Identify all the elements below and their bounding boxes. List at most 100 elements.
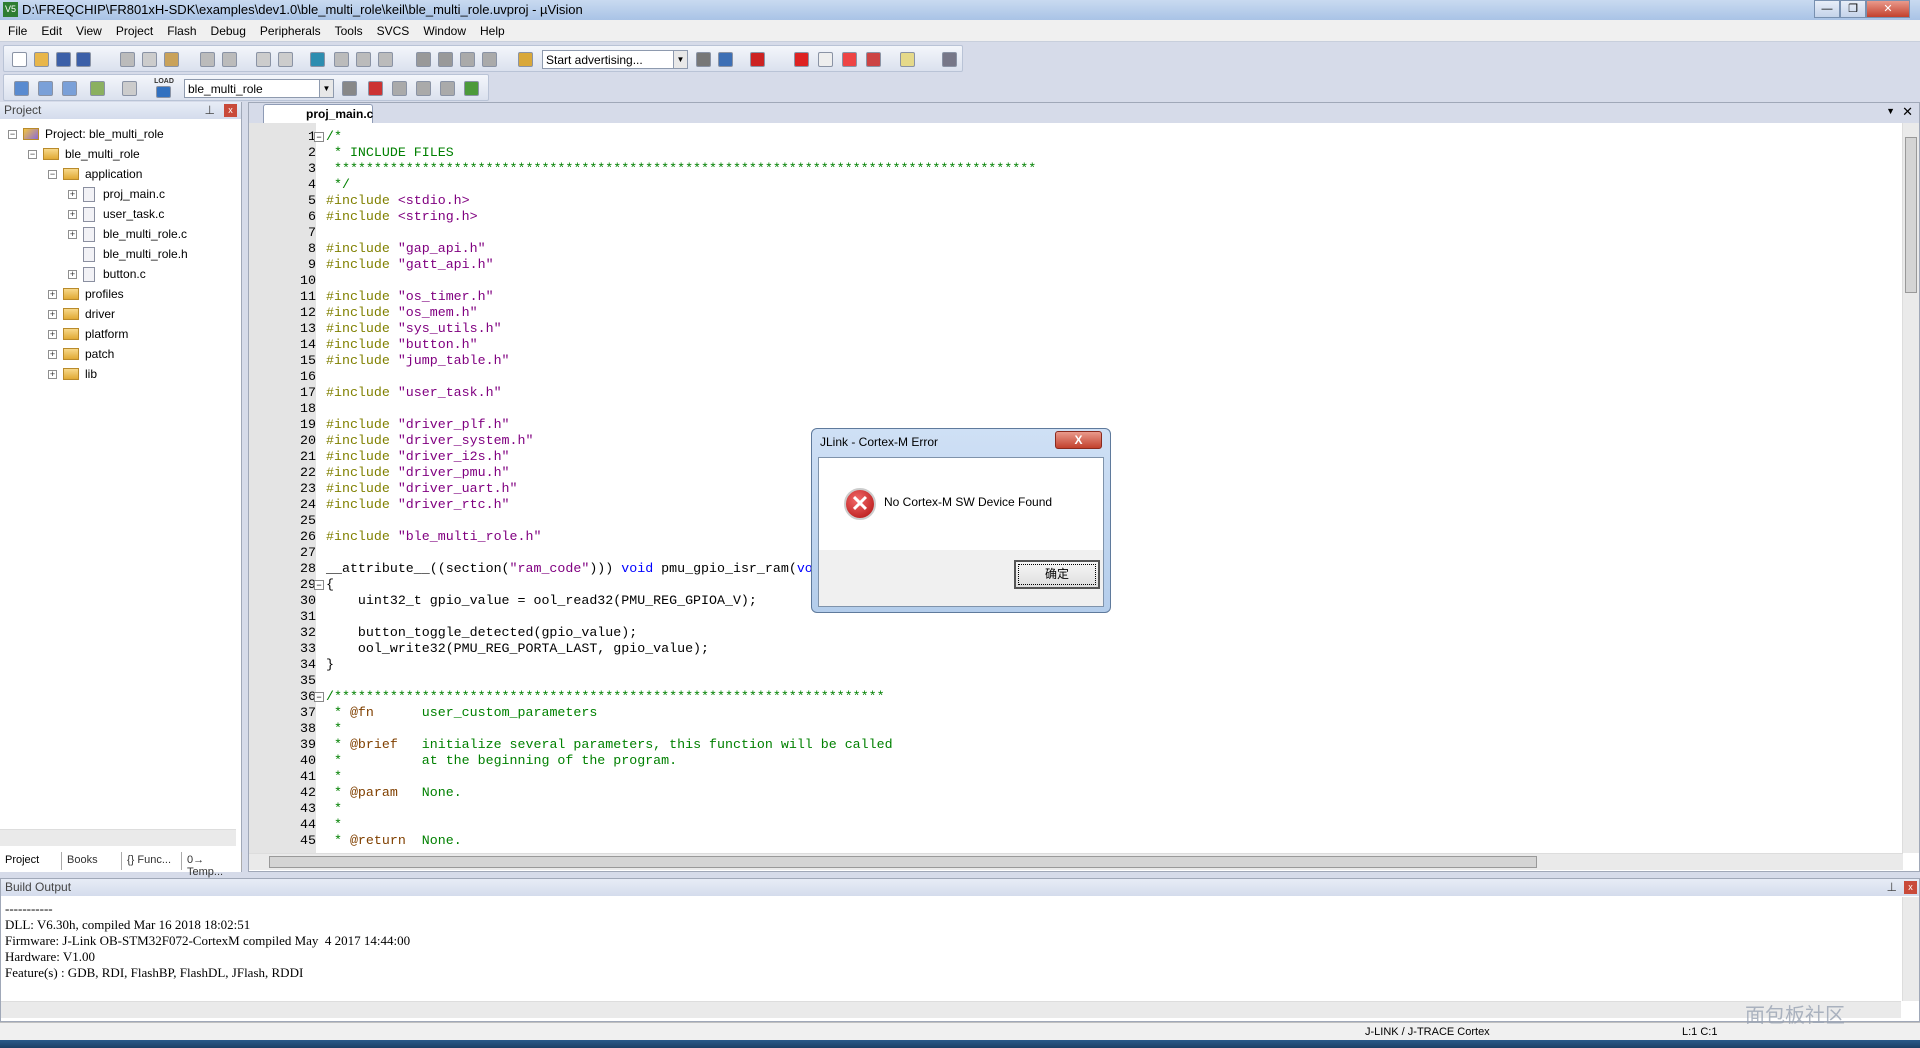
- tree-item-ble-multi-role-c[interactable]: + ble_multi_role.c: [68, 224, 187, 244]
- menu-tools[interactable]: Tools: [327, 20, 369, 38]
- editor-v-scrollbar[interactable]: [1902, 123, 1919, 853]
- target-combo[interactable]: ble_multi_role ▼: [184, 79, 334, 98]
- copy-icon[interactable]: [142, 52, 157, 67]
- editor-h-scrollbar[interactable]: [249, 853, 1903, 870]
- expand-icon[interactable]: +: [68, 269, 77, 279]
- select-packs-icon[interactable]: [392, 81, 407, 96]
- maximize-button[interactable]: ❐: [1840, 0, 1866, 18]
- save-all-icon[interactable]: [76, 52, 91, 67]
- tree-item-project-ble-multi-role[interactable]: − Project: ble_multi_role: [8, 124, 164, 144]
- pin-icon[interactable]: ⊥: [205, 103, 215, 117]
- minimize-button[interactable]: —: [1814, 0, 1840, 18]
- expand-icon[interactable]: +: [48, 349, 57, 359]
- tree-item-application[interactable]: − application: [48, 164, 142, 184]
- collapse-icon[interactable]: −: [8, 129, 17, 139]
- redo-icon[interactable]: [222, 52, 237, 67]
- kill-breakpoints-icon[interactable]: [842, 52, 857, 67]
- pack-installer-icon[interactable]: [416, 81, 431, 96]
- manage-components-icon[interactable]: [368, 81, 383, 96]
- tree-item-driver[interactable]: + driver: [48, 304, 115, 324]
- scroll-thumb[interactable]: [269, 856, 1537, 868]
- collapse-icon[interactable]: −: [48, 169, 57, 179]
- batch-build-icon[interactable]: [90, 81, 105, 96]
- menu-window[interactable]: Window: [415, 20, 472, 38]
- expand-icon[interactable]: +: [68, 209, 77, 219]
- next-bookmark-icon[interactable]: [356, 52, 371, 67]
- nav-forward-icon[interactable]: [278, 52, 293, 67]
- build-h-scrollbar[interactable]: [1, 1001, 1901, 1018]
- ok-button[interactable]: 确定: [1014, 560, 1100, 589]
- menu-view[interactable]: View: [68, 20, 108, 38]
- tree-item-proj-main-c[interactable]: + proj_main.c: [68, 184, 165, 204]
- tree-item-lib[interactable]: + lib: [48, 364, 97, 384]
- menu-edit[interactable]: Edit: [33, 20, 68, 38]
- collapse-icon[interactable]: −: [28, 149, 37, 159]
- tab-list-icon[interactable]: ▼: [1886, 106, 1895, 116]
- fold-collapse-icon[interactable]: −: [314, 132, 324, 142]
- menu-help[interactable]: Help: [472, 20, 511, 38]
- stop-build-icon[interactable]: [122, 81, 137, 96]
- find-combo[interactable]: Start advertising... ▼: [542, 50, 688, 69]
- indent-icon[interactable]: [416, 52, 431, 67]
- nav-back-icon[interactable]: [256, 52, 271, 67]
- menu-flash[interactable]: Flash: [159, 20, 202, 38]
- tree-item-user-task-c[interactable]: + user_task.c: [68, 204, 164, 224]
- expand-icon[interactable]: +: [48, 289, 57, 299]
- tree-item-profiles[interactable]: + profiles: [48, 284, 124, 304]
- dialog-close-button[interactable]: X: [1055, 431, 1102, 449]
- rebuild-icon[interactable]: [62, 81, 77, 96]
- new-file-icon[interactable]: [12, 52, 27, 67]
- fold-collapse-icon[interactable]: −: [314, 692, 324, 702]
- tree-item-patch[interactable]: + patch: [48, 344, 114, 364]
- tree-item-ble-multi-role-h[interactable]: +ble_multi_role.h: [68, 244, 188, 264]
- comment-icon[interactable]: [460, 52, 475, 67]
- kill-all-icon[interactable]: [866, 52, 881, 67]
- cut-icon[interactable]: [120, 52, 135, 67]
- incremental-find-icon[interactable]: [718, 52, 733, 67]
- chevron-down-icon[interactable]: ▼: [673, 51, 687, 68]
- uncomment-icon[interactable]: [482, 52, 497, 67]
- expand-icon[interactable]: +: [68, 189, 77, 199]
- window-layout-icon[interactable]: [900, 52, 915, 67]
- scroll-thumb[interactable]: [1905, 137, 1917, 293]
- save-icon[interactable]: [56, 52, 71, 67]
- tree-item-ble-multi-role[interactable]: − ble_multi_role: [28, 144, 140, 164]
- open-icon[interactable]: [34, 52, 49, 67]
- fold-collapse-icon[interactable]: −: [314, 580, 324, 590]
- build-icon[interactable]: [38, 81, 53, 96]
- manage-rte-icon[interactable]: [440, 81, 455, 96]
- tree-item-button-c[interactable]: + button.c: [68, 264, 146, 284]
- expand-icon[interactable]: +: [48, 309, 57, 319]
- event-recorder-icon[interactable]: [464, 81, 479, 96]
- debug-session-icon[interactable]: [750, 52, 765, 67]
- target-options-icon[interactable]: [342, 81, 357, 96]
- chevron-down-icon[interactable]: ▼: [319, 80, 333, 97]
- undo-icon[interactable]: [200, 52, 215, 67]
- project-h-scrollbar[interactable]: [0, 829, 236, 846]
- pin-icon[interactable]: ⊥: [1887, 880, 1897, 894]
- prev-bookmark-icon[interactable]: [334, 52, 349, 67]
- menu-project[interactable]: Project: [108, 20, 159, 38]
- expand-icon[interactable]: +: [48, 369, 57, 379]
- panel-tab-1[interactable]: Books: [64, 852, 122, 870]
- tab-proj-main-c[interactable]: proj_main.c: [263, 104, 373, 123]
- build-v-scrollbar[interactable]: [1902, 897, 1919, 1001]
- find-in-files-icon[interactable]: [518, 52, 533, 67]
- menu-file[interactable]: File: [0, 20, 33, 38]
- panel-tab-2[interactable]: {} Func...: [124, 852, 182, 870]
- close-panel-icon[interactable]: x: [1904, 881, 1917, 894]
- expand-icon[interactable]: +: [48, 329, 57, 339]
- expand-icon[interactable]: +: [68, 229, 77, 239]
- bookmark-icon[interactable]: [310, 52, 325, 67]
- panel-tab-0[interactable]: Project: [2, 852, 62, 870]
- panel-tab-3[interactable]: 0→ Temp...: [184, 852, 242, 878]
- disable-breakpoint-icon[interactable]: [818, 52, 833, 67]
- tree-item-platform[interactable]: + platform: [48, 324, 128, 344]
- menu-peripherals[interactable]: Peripherals: [252, 20, 327, 38]
- close-window-button[interactable]: ✕: [1866, 0, 1910, 18]
- close-panel-icon[interactable]: x: [224, 104, 237, 117]
- breakpoint-icon[interactable]: [794, 52, 809, 67]
- settings-wrench-icon[interactable]: [942, 52, 957, 67]
- clear-bookmarks-icon[interactable]: [378, 52, 393, 67]
- download-load-icon[interactable]: [156, 86, 171, 98]
